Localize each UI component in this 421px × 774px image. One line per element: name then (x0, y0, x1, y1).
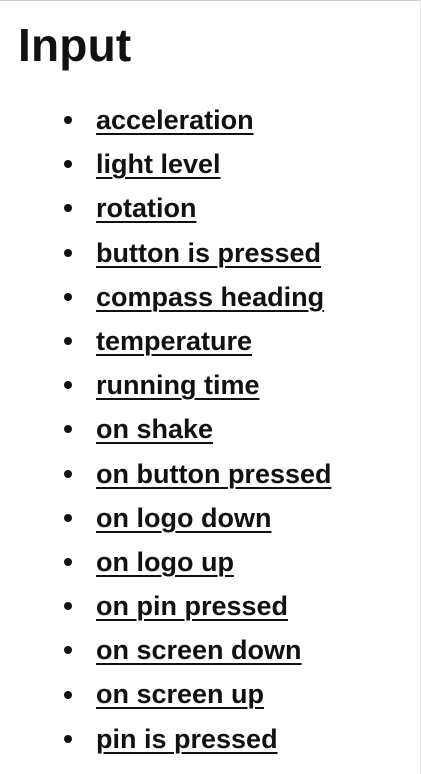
light-level-link[interactable]: light level (96, 149, 221, 179)
compass-heading-link[interactable]: compass heading (96, 282, 324, 312)
bullet-icon (64, 690, 72, 699)
on-shake-link[interactable]: on shake (96, 414, 213, 444)
bullet-icon (64, 602, 72, 611)
running-time-link[interactable]: running time (96, 370, 260, 400)
on-screen-up-link[interactable]: on screen up (96, 679, 264, 709)
bullet-icon (64, 204, 72, 213)
on-logo-up-link[interactable]: on logo up (96, 547, 234, 577)
on-screen-down-link[interactable]: on screen down (96, 635, 302, 665)
list-item: on button pressed (58, 452, 408, 496)
bullet-icon (64, 116, 72, 125)
list-item: on logo down (58, 496, 408, 540)
list-item: compass heading (58, 275, 408, 319)
bullet-icon (64, 513, 72, 522)
bullet-icon (64, 292, 72, 301)
list-item: on screen up (58, 672, 408, 716)
pin-is-pressed-link[interactable]: pin is pressed (96, 724, 278, 754)
list-item: on pin pressed (58, 584, 408, 628)
on-pin-pressed-link[interactable]: on pin pressed (96, 591, 288, 621)
bullet-icon (64, 425, 72, 434)
input-blocks-list: acceleration light level rotation button… (58, 98, 408, 761)
list-item: acceleration (58, 98, 408, 142)
page-title: Input (18, 19, 132, 71)
list-item: on screen down (58, 628, 408, 672)
list-item: temperature (58, 319, 408, 363)
on-button-pressed-link[interactable]: on button pressed (96, 459, 332, 489)
list-item: light level (58, 142, 408, 186)
rotation-link[interactable]: rotation (96, 193, 197, 223)
list-item: running time (58, 363, 408, 407)
button-is-pressed-link[interactable]: button is pressed (96, 238, 321, 268)
temperature-link[interactable]: temperature (96, 326, 252, 356)
acceleration-link[interactable]: acceleration (96, 105, 254, 135)
list-item: rotation (58, 186, 408, 230)
list-item: on logo up (58, 540, 408, 584)
top-border (0, 0, 421, 1)
on-logo-down-link[interactable]: on logo down (96, 503, 271, 533)
bullet-icon (64, 337, 72, 346)
bullet-icon (64, 734, 72, 743)
bullet-icon (64, 646, 72, 655)
bullet-icon (64, 557, 72, 566)
bullet-icon (64, 469, 72, 478)
list-item: button is pressed (58, 231, 408, 275)
bullet-icon (64, 248, 72, 257)
list-item: pin is pressed (58, 717, 408, 761)
list-item: on shake (58, 407, 408, 451)
bullet-icon (64, 160, 72, 169)
bullet-icon (64, 381, 72, 390)
